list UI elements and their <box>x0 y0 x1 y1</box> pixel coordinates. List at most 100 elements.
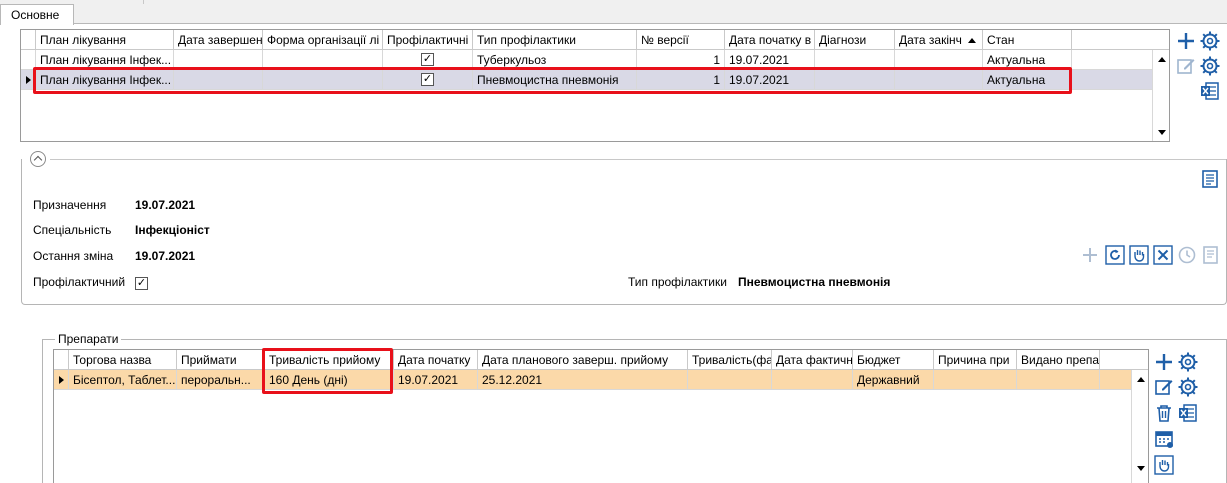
edit-plan-button[interactable] <box>1175 55 1197 77</box>
col-start-date[interactable]: Дата початку <box>394 350 478 370</box>
row-indicator <box>21 70 36 90</box>
form-icon <box>1202 170 1218 188</box>
current-row-icon <box>59 376 64 384</box>
add-drug-button[interactable] <box>1153 351 1175 373</box>
col-org-form[interactable]: Форма організації лі <box>263 30 383 50</box>
col-finish-date-label: Дата закінч <box>899 33 962 47</box>
cell-preventive[interactable]: ✓ <box>383 50 473 70</box>
cell-budget: Державний <box>853 370 934 390</box>
drugs-header-row: Торгова назва Приймати Тривалість прийом… <box>54 350 1148 370</box>
preventive-checkbox[interactable]: ✓ <box>421 73 434 86</box>
col-prevention-type[interactable]: Тип профілактики <box>473 30 637 50</box>
cell-start-date: 19.07.2021 <box>394 370 478 390</box>
cell-empty <box>1100 370 1131 390</box>
col-version[interactable]: № версії <box>637 30 725 50</box>
cell-org-form <box>263 70 383 90</box>
drug-export-excel-button[interactable] <box>1177 402 1199 424</box>
detail-add-button[interactable] <box>1079 244 1101 266</box>
col-take[interactable]: Приймати <box>177 350 265 370</box>
drugs-group-title: Препарати <box>55 332 122 346</box>
cell-finish-date <box>895 50 983 70</box>
cell-plan-name: План лікування Інфек... <box>36 50 174 70</box>
preventive-checkbox[interactable]: ✓ <box>421 53 434 66</box>
drug-schedule-button[interactable] <box>1153 428 1175 450</box>
header-indicator <box>21 30 36 50</box>
scroll-up-icon[interactable] <box>1137 377 1145 382</box>
report-icon <box>1203 246 1218 264</box>
add-plan-button[interactable] <box>1175 30 1197 52</box>
plan-settings-button[interactable] <box>1199 30 1221 52</box>
cell-status: Актуальна <box>983 50 1072 70</box>
cell-status: Актуальна <box>983 70 1072 90</box>
cell-trade-name: Бісептол, Таблет... <box>69 370 177 390</box>
excel-icon <box>1179 404 1197 422</box>
clock-icon <box>1178 246 1196 264</box>
tab-main[interactable]: Основне <box>0 4 74 25</box>
col-finish-date[interactable]: Дата закінч <box>895 30 983 50</box>
cell-planned-end: 25.12.2021 <box>478 370 688 390</box>
sort-asc-icon <box>968 38 976 43</box>
col-trade-name[interactable]: Торгова назва <box>69 350 177 370</box>
col-reason[interactable]: Причина при <box>934 350 1017 370</box>
current-row-icon <box>26 76 31 84</box>
col-start-date[interactable]: Дата початку в <box>725 30 815 50</box>
table-row[interactable]: План лікування Інфек... ✓ Пневмоцистна п… <box>21 70 1152 90</box>
cell-start-date: 19.07.2021 <box>725 50 815 70</box>
col-end-date[interactable]: Дата завершен <box>174 30 263 50</box>
export-excel-button[interactable] <box>1199 80 1221 102</box>
cell-preventive[interactable]: ✓ <box>383 70 473 90</box>
col-status[interactable]: Стан <box>983 30 1072 50</box>
col-budget[interactable]: Бюджет <box>853 350 934 370</box>
cell-end-date <box>174 50 263 70</box>
col-planned-end[interactable]: Дата планового заверш. прийому <box>478 350 688 370</box>
scroll-down-icon[interactable] <box>1137 466 1145 471</box>
cell-version: 1 <box>637 50 725 70</box>
drug-settings-button[interactable] <box>1177 351 1199 373</box>
plan-config-button[interactable] <box>1199 55 1221 77</box>
print-form-button[interactable] <box>1199 168 1221 190</box>
plans-scrollbar[interactable] <box>1152 50 1169 141</box>
drugs-grid: Торгова назва Приймати Тривалість прийом… <box>53 349 1149 483</box>
cell-end-date <box>174 70 263 90</box>
col-issued[interactable]: Видано препа <box>1017 350 1100 370</box>
close-icon <box>1153 245 1173 265</box>
cell-finish-date <box>895 70 983 90</box>
col-diagnoses[interactable]: Діагнози <box>815 30 895 50</box>
col-plan-name[interactable]: План лікування <box>36 30 174 50</box>
col-duration[interactable]: Тривалість прийому <box>265 350 394 370</box>
detail-refresh-button[interactable] <box>1104 244 1126 266</box>
detail-history-button[interactable] <box>1176 244 1198 266</box>
drug-hand-button[interactable] <box>1153 454 1175 476</box>
appointment-label: Призначення <box>33 198 107 212</box>
cell-actual-duration <box>688 370 772 390</box>
excel-icon <box>1201 82 1219 100</box>
col-preventive[interactable]: Профілактичні <box>383 30 473 50</box>
detail-report-button[interactable] <box>1200 244 1222 266</box>
calendar-icon <box>1155 431 1173 448</box>
cell-issued <box>1017 370 1100 390</box>
scroll-down-icon[interactable] <box>1158 130 1166 135</box>
appointment-value: 19.07.2021 <box>135 198 196 212</box>
preventive-label: Профілактичний <box>33 275 126 289</box>
edit-drug-button[interactable] <box>1153 376 1175 398</box>
hand-icon <box>1129 245 1149 265</box>
col-actual-duration[interactable]: Тривалість(фа <box>688 350 772 370</box>
detail-hand-button[interactable] <box>1128 244 1150 266</box>
edit-icon <box>1155 380 1173 395</box>
detail-delete-button[interactable] <box>1152 244 1174 266</box>
col-actual-date[interactable]: Дата фактичн <box>772 350 853 370</box>
delete-drug-button[interactable] <box>1153 402 1175 424</box>
cell-prevention-type: Туберкульоз <box>473 50 637 70</box>
drugs-scrollbar[interactable] <box>1131 370 1148 483</box>
treatment-plans-grid: План лікування Дата завершен Форма орган… <box>20 29 1170 142</box>
drug-config-button[interactable] <box>1177 376 1199 398</box>
table-row[interactable]: Бісептол, Таблет... пероральн... 160 Ден… <box>54 370 1131 390</box>
scroll-up-icon[interactable] <box>1158 57 1166 62</box>
table-row[interactable]: План лікування Інфек... ✓ Туберкульоз 1 … <box>21 50 1152 70</box>
gear-icon <box>1200 31 1220 51</box>
preventive-checkbox[interactable]: ✓ <box>135 277 148 290</box>
plans-header-row: План лікування Дата завершен Форма орган… <box>21 30 1169 50</box>
gear-icon <box>1178 377 1198 397</box>
cell-empty <box>1072 70 1152 90</box>
cell-plan-name: План лікування Інфек... <box>36 70 174 90</box>
